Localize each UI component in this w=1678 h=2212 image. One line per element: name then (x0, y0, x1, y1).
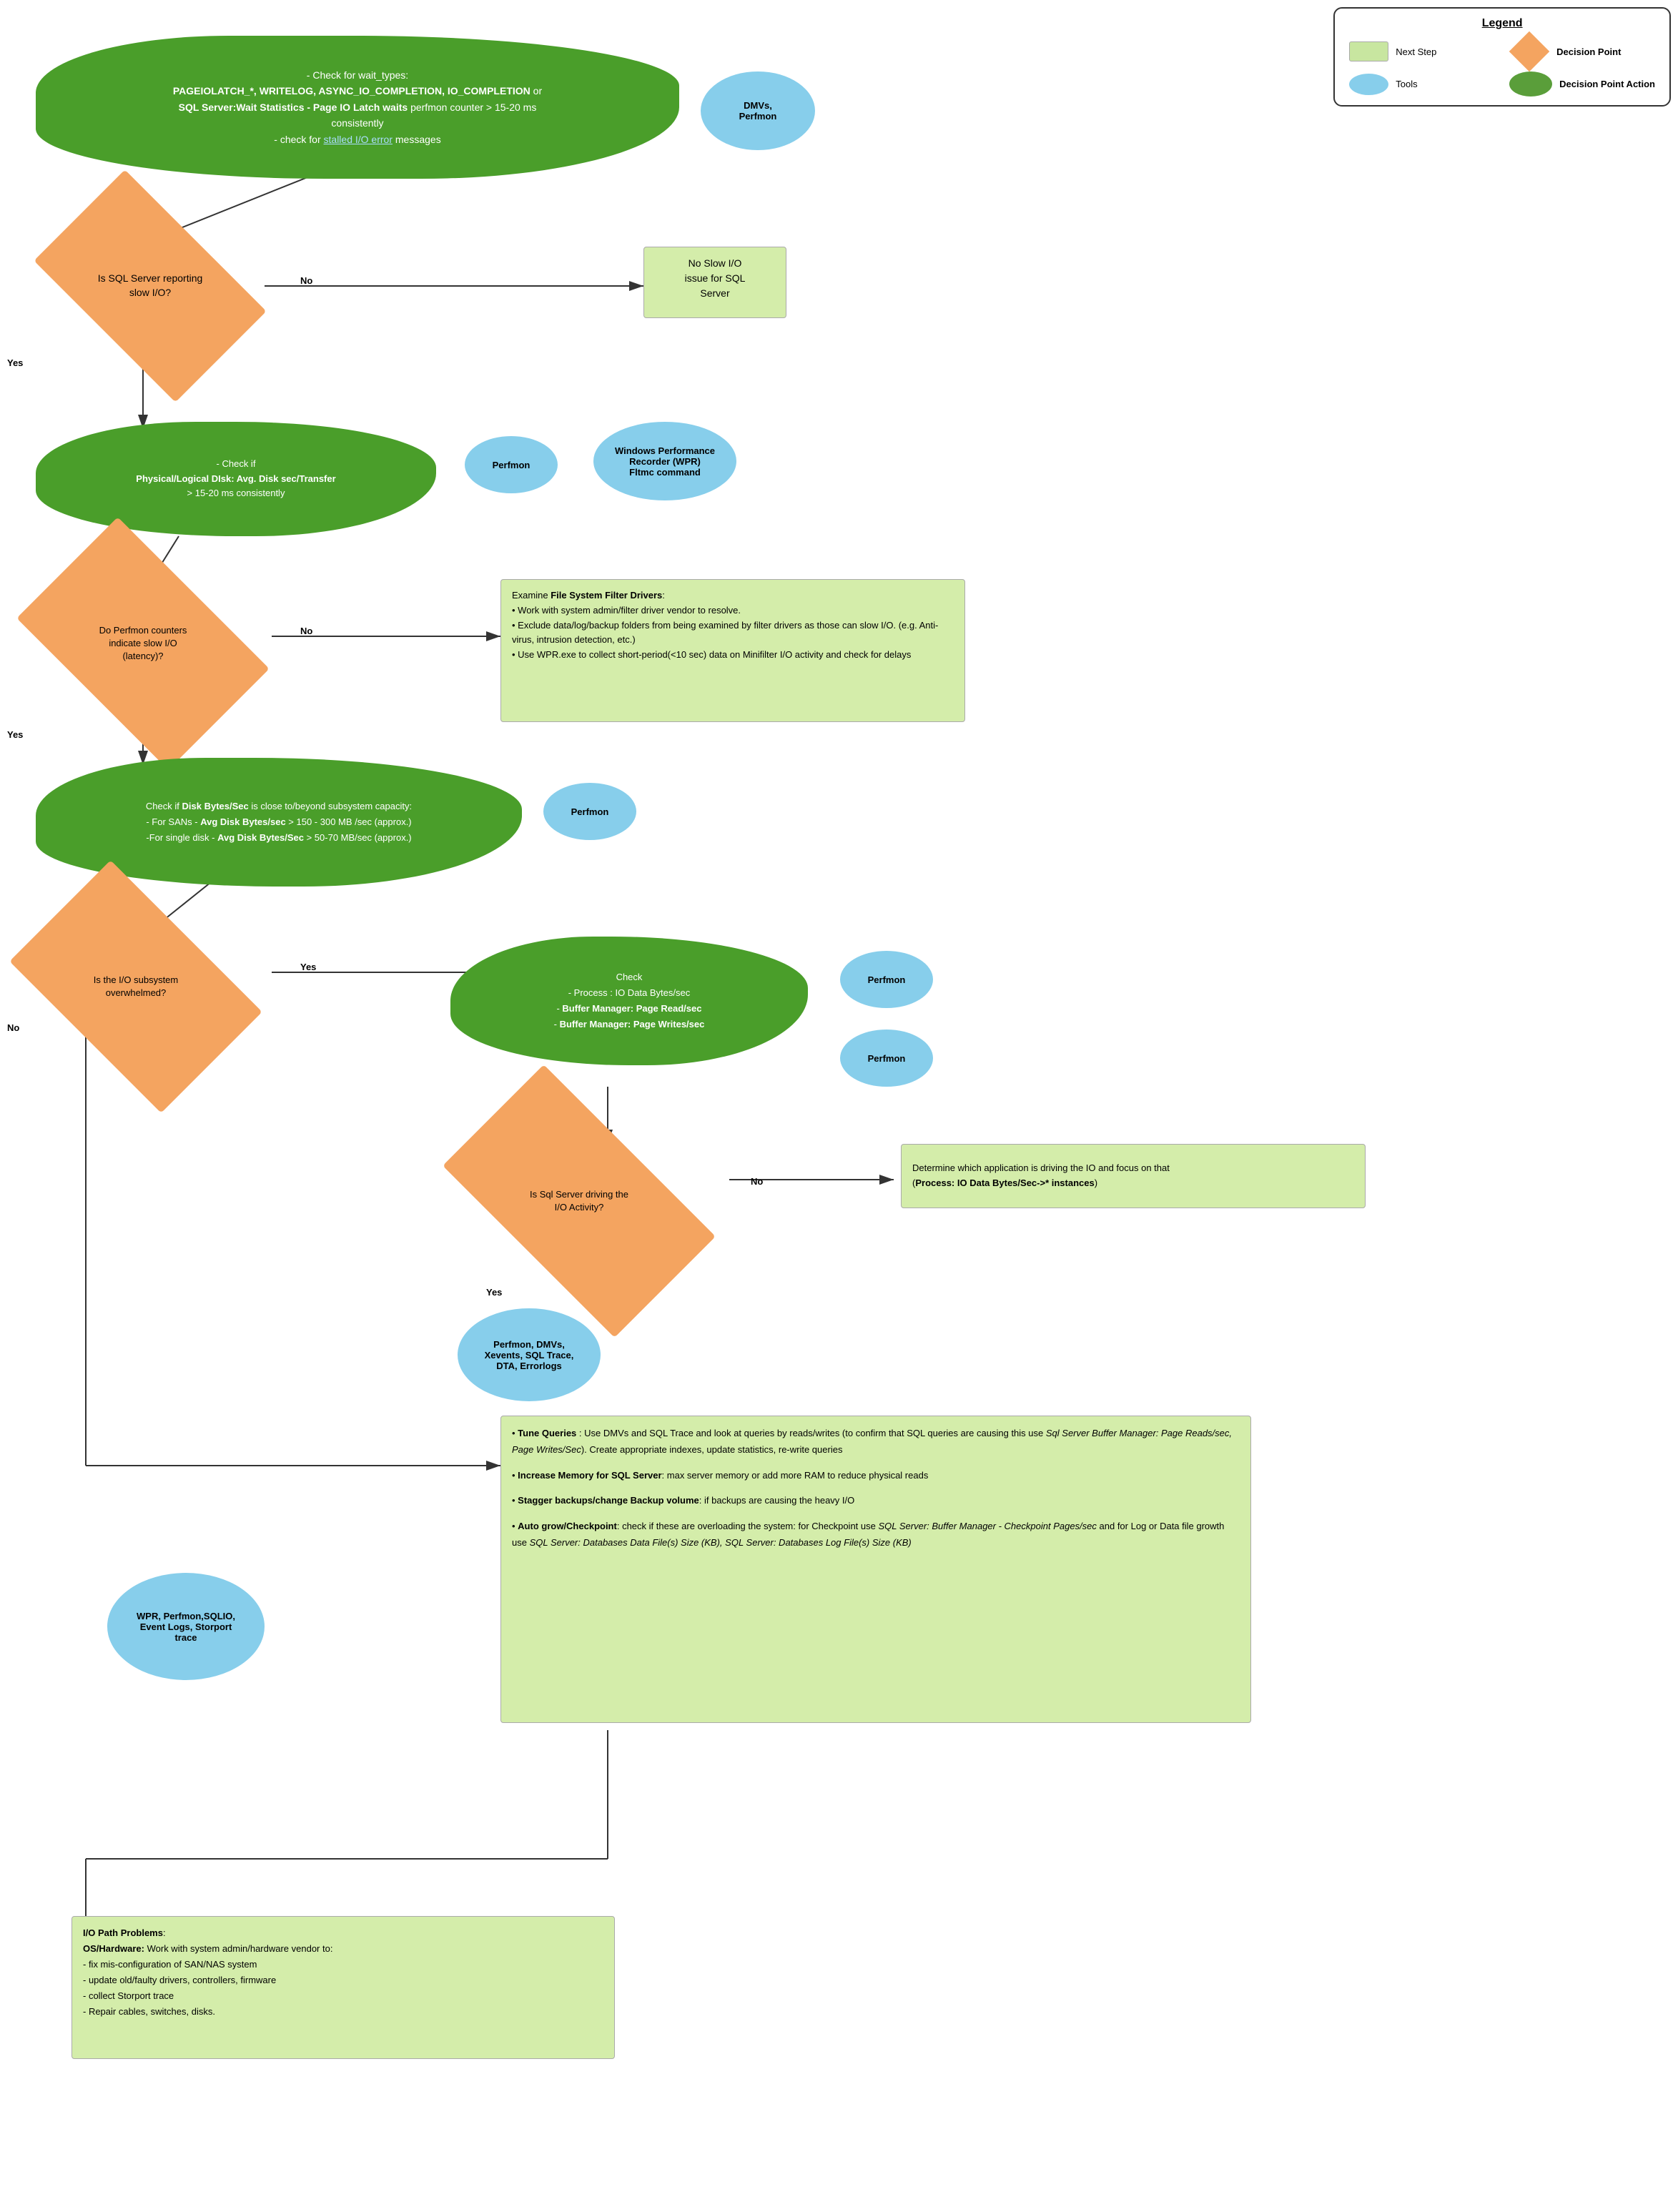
legend-title: Legend (1349, 17, 1655, 30)
legend-grid: Next Step Decision Point Tools Decision … (1349, 37, 1655, 97)
tool-perfmon-dmv-text: Perfmon, DMVs, Xevents, SQL Trace, DTA, … (485, 1339, 574, 1371)
flowchart-diagram: Legend Next Step Decision Point Tools De… (0, 0, 1678, 2212)
legend-shape-ellipse (1349, 74, 1388, 95)
io-path-box: I/O Path Problems: OS/Hardware: Work wit… (71, 1916, 615, 2059)
decision-2-container: Do Perfmon counters indicate slow I/O (l… (21, 565, 265, 722)
cloud-disk-check: - Check ifPhysical/Logical DIsk: Avg. Di… (36, 422, 436, 536)
tool-perfmon-1-text: Perfmon (493, 460, 530, 470)
cloud-disk-bytes-text: Check if Disk Bytes/Sec is close to/beyo… (146, 799, 412, 846)
legend-label-tools: Tools (1396, 79, 1417, 89)
decision-2-text: Do Perfmon counters indicate slow I/O (l… (99, 624, 187, 663)
legend-shape-diamond (1509, 31, 1550, 72)
tool-perfmon-3: Perfmon (840, 951, 933, 1008)
cloud-disk-text: - Check ifPhysical/Logical DIsk: Avg. Di… (136, 457, 335, 501)
tune-queries-text: • Tune Queries : Use DMVs and SQL Trace … (512, 1425, 1240, 1551)
decision-4-container: Is Sql Server driving the I/O Activity? (443, 1122, 715, 1280)
decision-3-wrapper: Is the I/O subsystem overwhelmed? (29, 915, 243, 1058)
tool-perfmon-4: Perfmon (840, 1030, 933, 1087)
legend-shape-cloud (1509, 71, 1552, 97)
decision-3-text: Is the I/O subsystem overwhelmed? (94, 974, 179, 999)
arrow-label-no1: No (300, 275, 312, 286)
legend-item-dpa: Decision Point Action (1509, 71, 1655, 97)
tool-perfmon-2-text: Perfmon (571, 806, 609, 817)
tune-queries-box: • Tune Queries : Use DMVs and SQL Trace … (500, 1416, 1251, 1723)
no-slow-io-box: No Slow I/O issue for SQL Server (643, 247, 786, 318)
cloud-wait-types-text: - Check for wait_types: PAGEIOLATCH_*, W… (173, 67, 542, 147)
not-sql-box: Determine which application is driving t… (901, 1144, 1366, 1208)
tool-wpr-text: Windows Performance Recorder (WPR) Fltmc… (615, 445, 715, 478)
legend-item-decision: Decision Point (1509, 37, 1655, 66)
tool-perfmon-1: Perfmon (465, 436, 558, 493)
cloud-wait-types: - Check for wait_types: PAGEIOLATCH_*, W… (36, 36, 679, 179)
arrow-label-no3: No (7, 1022, 19, 1033)
decision-2-wrapper: Do Perfmon counters indicate slow I/O (l… (36, 572, 250, 715)
tool-dmv-perfmon: DMVs, Perfmon (701, 71, 815, 150)
arrow-label-yes4: Yes (486, 1287, 502, 1298)
tool-wpr: Windows Performance Recorder (WPR) Fltmc… (593, 422, 736, 500)
arrow-label-yes2: Yes (7, 729, 23, 740)
decision-4-wrapper: Is Sql Server driving the I/O Activity? (458, 1130, 701, 1273)
filter-drivers-text: Examine File System Filter Drivers: • Wo… (512, 588, 954, 663)
cloud-process-io-text: Check- Process : IO Data Bytes/sec- Buff… (554, 969, 705, 1032)
decision-1-text: Is SQL Server reporting slow I/O? (98, 272, 203, 300)
arrow-label-yes3: Yes (300, 962, 316, 972)
cloud-process-io: Check- Process : IO Data Bytes/sec- Buff… (450, 937, 808, 1065)
tool-wpr-2: WPR, Perfmon,SQLIO, Event Logs, Storport… (107, 1573, 265, 1680)
decision-3-text-wrap: Is the I/O subsystem overwhelmed? (29, 915, 243, 1058)
tool-perfmon-2: Perfmon (543, 783, 636, 840)
decision-1-text-wrap: Is SQL Server reporting slow I/O? (50, 222, 250, 350)
decision-4-text-wrap: Is Sql Server driving the I/O Activity? (458, 1130, 701, 1273)
legend-label-dpa: Decision Point Action (1559, 79, 1655, 89)
decision-1-wrapper: Is SQL Server reporting slow I/O? (50, 222, 250, 350)
tool-perfmon-dmv: Perfmon, DMVs, Xevents, SQL Trace, DTA, … (458, 1308, 601, 1401)
stalled-io-link[interactable]: stalled I/O error (324, 134, 393, 145)
arrow-label-no2: No (300, 626, 312, 636)
filter-drivers-box: Examine File System Filter Drivers: • Wo… (500, 579, 965, 722)
tool-dmv-perfmon-text: DMVs, Perfmon (739, 100, 777, 122)
decision-4-text: Is Sql Server driving the I/O Activity? (530, 1188, 628, 1214)
not-sql-text: Determine which application is driving t… (912, 1161, 1170, 1191)
legend-shape-nextstep (1349, 41, 1388, 61)
legend-box: Legend Next Step Decision Point Tools De… (1333, 7, 1671, 107)
decision-1-container: Is SQL Server reporting slow I/O? (36, 214, 265, 357)
arrow-label-yes1: Yes (7, 357, 23, 368)
io-path-text: I/O Path Problems: OS/Hardware: Work wit… (83, 1925, 332, 2020)
legend-label-decision: Decision Point (1556, 46, 1621, 57)
legend-item-tools: Tools (1349, 74, 1495, 95)
legend-label-nextstep: Next Step (1396, 46, 1436, 57)
tool-wpr-2-text: WPR, Perfmon,SQLIO, Event Logs, Storport… (137, 1611, 235, 1643)
decision-3-container: Is the I/O subsystem overwhelmed? (14, 908, 257, 1065)
decision-2-text-wrap: Do Perfmon counters indicate slow I/O (l… (36, 572, 250, 715)
no-slow-io-text: No Slow I/O issue for SQL Server (685, 256, 746, 301)
legend-item-nextstep: Next Step (1349, 41, 1495, 61)
arrow-label-no4: No (751, 1176, 763, 1187)
tool-perfmon-3-text: Perfmon (868, 974, 906, 985)
tool-perfmon-4-text: Perfmon (868, 1053, 906, 1064)
